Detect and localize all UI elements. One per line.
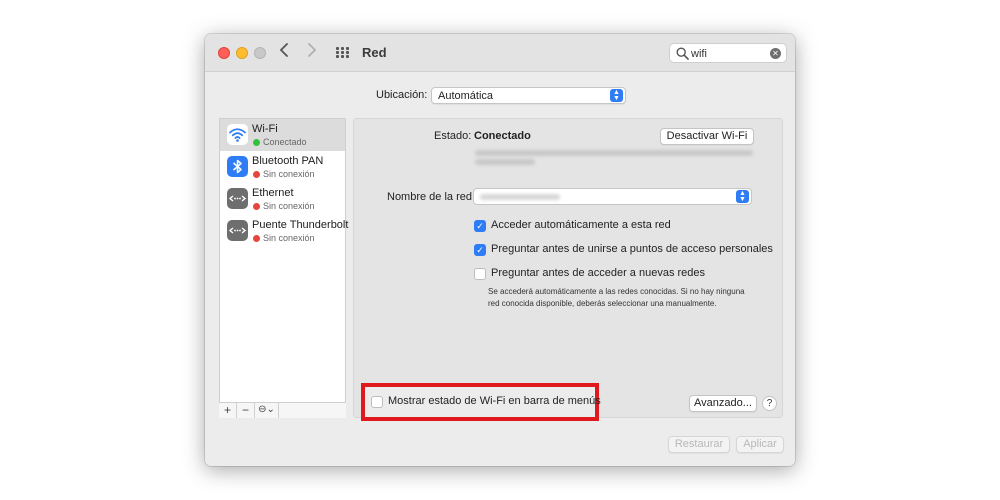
wifi-icon <box>227 124 248 145</box>
minimize-window-button[interactable] <box>236 47 248 59</box>
remove-service-button[interactable]: − <box>237 403 255 418</box>
window-title: Red <box>362 45 387 60</box>
help-button[interactable]: ? <box>762 396 777 411</box>
title-bar: Red ✕ <box>205 34 795 72</box>
search-input[interactable] <box>691 46 767 61</box>
service-list: Wi-Fi Conectado Bluetooth PAN Sin conexi… <box>219 118 349 418</box>
service-item-ethernet[interactable]: Ethernet Sin conexión <box>220 183 345 215</box>
ethernet-icon <box>227 188 248 209</box>
service-actions-button[interactable]: ⊖⌄ <box>255 403 279 418</box>
network-name-select[interactable]: ▲ ▼ <box>473 188 752 205</box>
ask-hotspots-checkbox[interactable]: ✓ <box>474 244 486 256</box>
search-field[interactable]: ✕ <box>669 43 787 63</box>
ask-new-networks-checkbox[interactable] <box>474 268 486 280</box>
status-dot-disconnected <box>253 203 260 210</box>
deactivate-wifi-button[interactable]: Desactivar Wi-Fi <box>660 128 754 145</box>
add-service-button[interactable]: + <box>219 403 237 418</box>
location-value: Automática <box>438 90 494 102</box>
back-button[interactable] <box>279 42 289 62</box>
revert-button[interactable]: Restaurar <box>668 436 730 453</box>
show-wifi-status-checkbox[interactable] <box>371 396 383 408</box>
status-label: Estado: <box>434 130 472 142</box>
service-status: Sin conexión <box>253 169 315 179</box>
auto-join-checkbox[interactable]: ✓ <box>474 220 486 232</box>
service-item-bluetooth-pan[interactable]: Bluetooth PAN Sin conexión <box>220 151 345 183</box>
location-select[interactable]: Automática ▲ ▼ <box>431 87 626 104</box>
service-list-toolbar: + − ⊖⌄ <box>219 402 346 418</box>
known-networks-note: Se accederá automáticamente a las redes … <box>488 287 745 308</box>
network-preferences-window: Red ✕ Ubicación: Automática ▲▼ Wi <box>205 34 795 466</box>
zoom-window-button[interactable] <box>254 47 266 59</box>
redacted-network-name <box>480 194 560 200</box>
bluetooth-icon <box>227 156 248 177</box>
service-name: Ethernet <box>252 187 294 199</box>
network-name-label: Nombre de la red: <box>387 191 476 203</box>
status-dot-connected <box>253 139 260 146</box>
chevron-right-icon <box>308 43 317 57</box>
service-status: Conectado <box>253 137 307 147</box>
close-window-button[interactable] <box>218 47 230 59</box>
status-dot-disconnected <box>253 171 260 178</box>
clear-search-icon[interactable]: ✕ <box>770 48 781 59</box>
service-name: Puente Thunderbolt <box>252 219 349 231</box>
select-stepper-icon: ▲ ▼ <box>610 89 623 102</box>
ask-new-networks-label: Preguntar antes de acceder a nuevas rede… <box>491 267 706 279</box>
service-item-thunderbolt-bridge[interactable]: Puente Thunderbolt Sin conexión <box>220 215 349 247</box>
select-stepper-icon: ▲ ▼ <box>736 190 749 203</box>
show-all-grid-icon[interactable] <box>336 47 350 59</box>
show-wifi-status-label: Mostrar estado de Wi-Fi en barra de menú… <box>388 395 601 407</box>
status-value: Conectado <box>474 130 531 142</box>
search-icon <box>676 47 689 60</box>
status-dot-disconnected <box>253 235 260 242</box>
forward-button[interactable] <box>307 42 317 62</box>
redacted-text <box>475 159 535 165</box>
location-label: Ubicación: <box>376 89 428 101</box>
service-name: Bluetooth PAN <box>252 155 324 167</box>
redacted-text <box>475 150 753 156</box>
service-item-wifi[interactable]: Wi-Fi Conectado <box>220 119 345 151</box>
apply-button[interactable]: Aplicar <box>736 436 784 453</box>
advanced-button[interactable]: Avanzado... <box>689 395 757 412</box>
chevron-left-icon <box>279 43 288 57</box>
service-name: Wi-Fi <box>252 123 278 135</box>
service-status: Sin conexión <box>253 233 315 243</box>
ask-hotspots-label: Preguntar antes de unirse a puntos de ac… <box>491 243 773 255</box>
service-status: Sin conexión <box>253 201 315 211</box>
auto-join-label: Acceder automáticamente a esta red <box>491 219 671 231</box>
thunderbolt-bridge-icon <box>227 220 248 241</box>
